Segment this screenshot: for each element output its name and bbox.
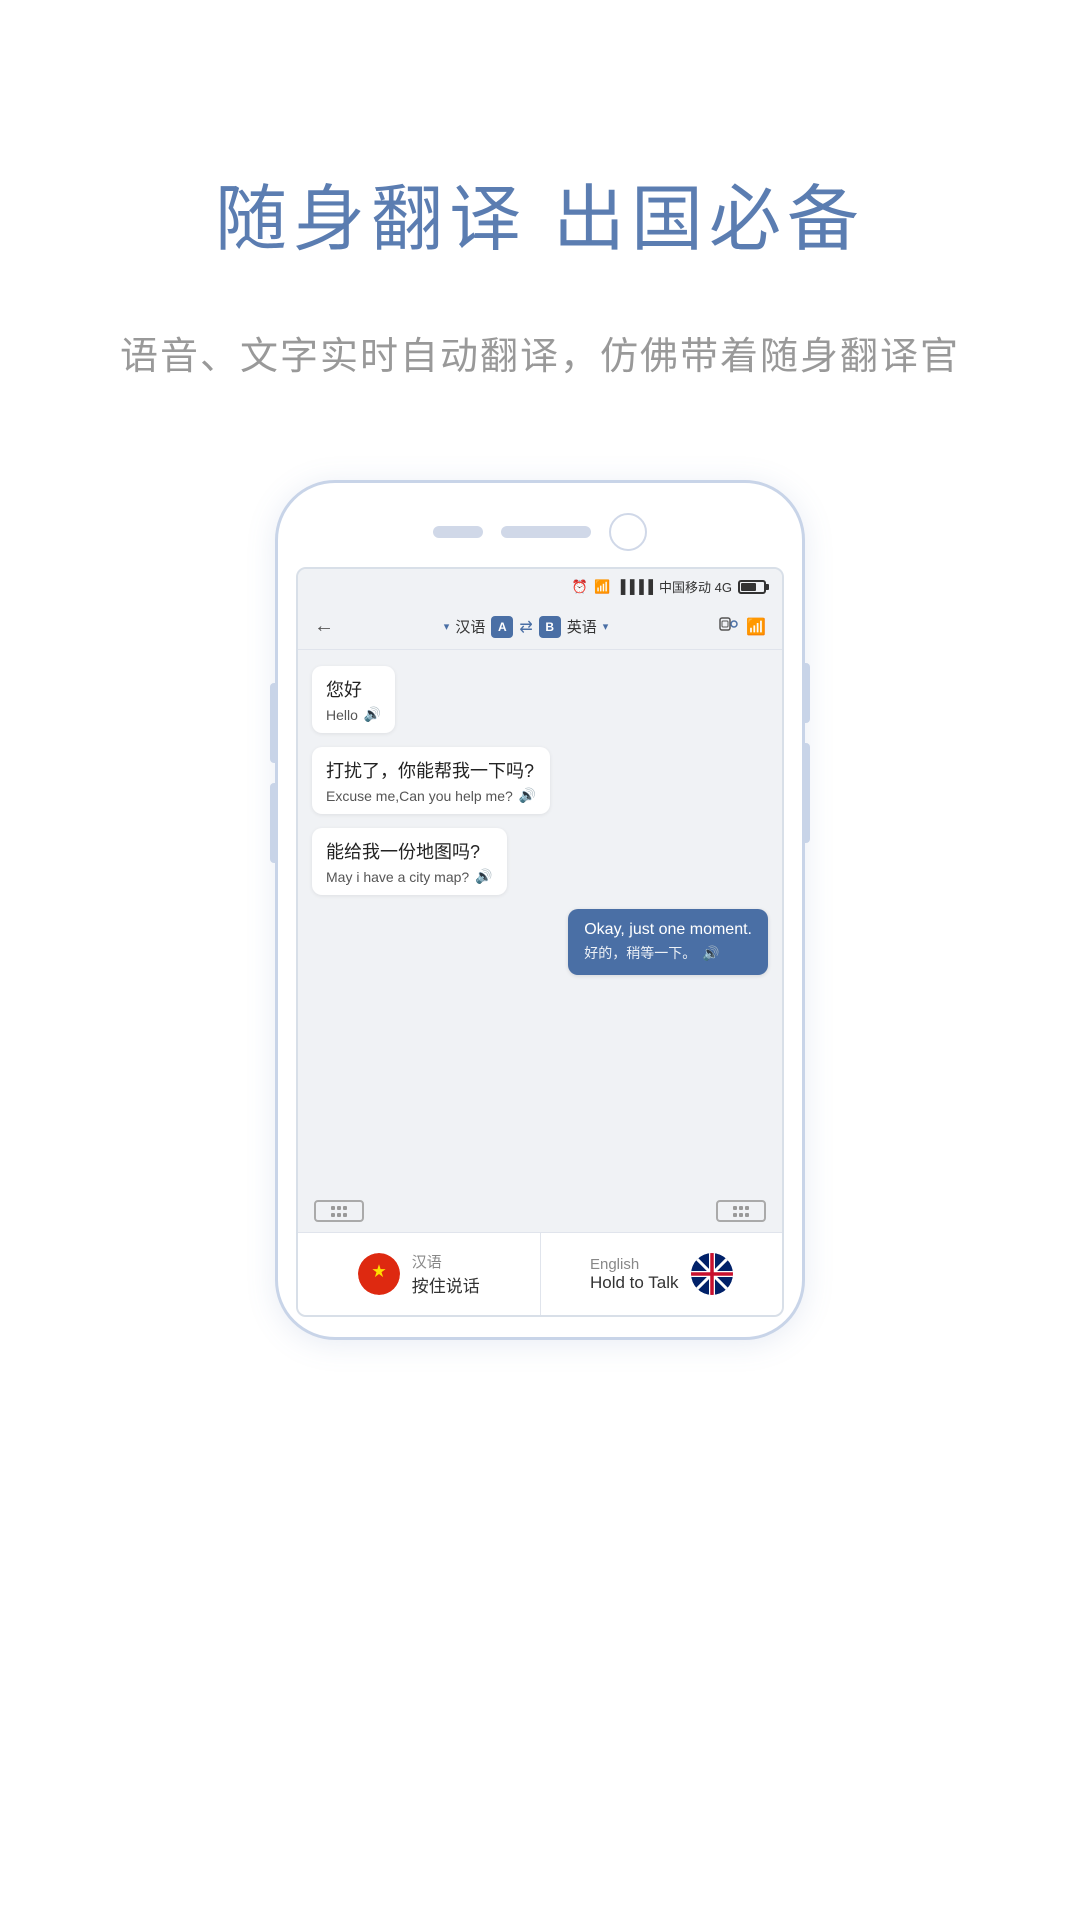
phone-top-bar [296,503,784,567]
msg-1-translation-text: Hello [326,707,358,723]
lang-b-dropdown[interactable]: ▾ [603,620,609,633]
battery-icon [738,580,766,594]
msg-2-speaker-icon[interactable]: 🔊 [519,787,536,804]
msg-4-translation-text: 好的，稍等一下。 [584,943,696,963]
phone-speaker [433,526,483,538]
phone-mockup: ⏰ 📶 ▐▐▐▐ 中国移动 4G ← ▾ 汉语 A [275,480,805,1340]
hero-section: 随身翻译 出国必备 语音、文字实时自动翻译，仿佛带着随身翻译官 [0,0,1080,420]
msg-4-translation: 好的，稍等一下。 🔊 [584,943,752,963]
chinese-lang-name: 汉语 [412,1251,442,1272]
carrier-text: 中国移动 4G [659,577,732,596]
alarm-icon: ⏰ [572,579,588,595]
msg-4-speaker-icon[interactable]: 🔊 [702,945,719,962]
msg-3-speaker-icon[interactable]: 🔊 [475,868,492,885]
back-button[interactable]: ← [314,615,334,638]
msg-2-translation: Excuse me,Can you help me? 🔊 [326,787,536,804]
hero-title: 随身翻译 出国必备 [215,160,865,265]
msg-2-translation-text: Excuse me,Can you help me? [326,788,513,804]
message-3: 能给我一份地图吗? May i have a city map? 🔊 [312,828,768,895]
chat-area: 您好 Hello 🔊 打扰了，你能帮我一下吗? Excuse m [298,650,782,1190]
page-wrapper: 随身翻译 出国必备 语音、文字实时自动翻译，仿佛带着随身翻译官 ⏰ [0,0,1080,1920]
message-1: 您好 Hello 🔊 [312,666,768,733]
keyboard-right-icon[interactable] [716,1200,766,1222]
msg-1-speaker-icon[interactable]: 🔊 [364,706,381,723]
message-bubble-3: 能给我一份地图吗? May i have a city map? 🔊 [312,828,507,895]
wifi-icon: 📶 [594,579,610,595]
phone-camera [609,513,647,551]
english-talk-text: English Hold to Talk [590,1256,679,1293]
message-bubble-2: 打扰了，你能帮我一下吗? Excuse me,Can you help me? … [312,747,550,814]
msg-3-translation-text: May i have a city map? [326,869,469,885]
side-button-right-bottom [804,743,810,843]
keyboard-lines-right [733,1206,749,1217]
side-button-left-top [270,683,276,763]
lang-b-name: 英语 [567,616,597,637]
msg-4-main: Okay, just one moment. [584,921,752,939]
phone-section: ⏰ 📶 ▐▐▐▐ 中国移动 4G ← ▾ 汉语 A [0,420,1080,1920]
lang-a-dropdown[interactable]: ▾ [444,620,450,633]
chinese-talk-text: 汉语 按住说话 [412,1251,480,1297]
msg-3-main: 能给我一份地图吗? [326,838,493,864]
status-icons: ⏰ 📶 ▐▐▐▐ 中国移动 4G [572,577,766,596]
lang-b-badge: B [539,616,561,638]
side-button-right-top [804,663,810,723]
app-nav-bar: ← ▾ 汉语 A ⇄ B 英语 ▾ [298,604,782,650]
signal-icon: ▐▐▐▐ [616,579,653,594]
status-bar: ⏰ 📶 ▐▐▐▐ 中国移动 4G [298,569,782,604]
lang-a-name: 汉语 [455,616,485,637]
phone-screen: ⏰ 📶 ▐▐▐▐ 中国移动 4G ← ▾ 汉语 A [296,567,784,1317]
chinese-talk-action: 按住说话 [412,1272,480,1297]
msg-1-translation: Hello 🔊 [326,706,381,723]
keyboard-left-icon[interactable] [314,1200,364,1222]
english-talk-action: Hold to Talk [590,1273,679,1293]
speaker-device-icon[interactable] [718,614,738,639]
swap-languages-button[interactable]: ⇄ [519,617,532,637]
lang-a-badge: A [491,616,513,638]
msg-3-translation: May i have a city map? 🔊 [326,868,493,885]
uk-flag [691,1253,733,1295]
message-bubble-1: 您好 Hello 🔊 [312,666,395,733]
msg-2-main: 打扰了，你能帮我一下吗? [326,757,536,783]
english-lang-name: English [590,1256,639,1273]
nav-right-icons: 📶 [718,614,766,639]
message-2: 打扰了，你能帮我一下吗? Excuse me,Can you help me? … [312,747,768,814]
hero-subtitle: 语音、文字实时自动翻译，仿佛带着随身翻译官 [60,325,1020,380]
message-4: Okay, just one moment. 好的，稍等一下。 🔊 [312,909,768,975]
language-selector: ▾ 汉语 A ⇄ B 英语 ▾ [444,616,609,638]
phone-home-button [501,526,591,538]
phone-bottom-bar [298,1190,782,1232]
message-bubble-4: Okay, just one moment. 好的，稍等一下。 🔊 [568,909,768,975]
battery-fill [741,583,756,591]
bottom-talk-section: 汉语 按住说话 English Hold to Talk [298,1232,782,1315]
keyboard-lines-left [331,1206,347,1217]
chinese-talk-button[interactable]: 汉语 按住说话 [298,1233,541,1315]
english-talk-button[interactable]: English Hold to Talk [541,1233,783,1315]
bluetooth-icon: 📶 [746,617,766,637]
side-button-left-bottom [270,783,276,863]
chinese-flag [358,1253,400,1295]
msg-1-main: 您好 [326,676,381,702]
